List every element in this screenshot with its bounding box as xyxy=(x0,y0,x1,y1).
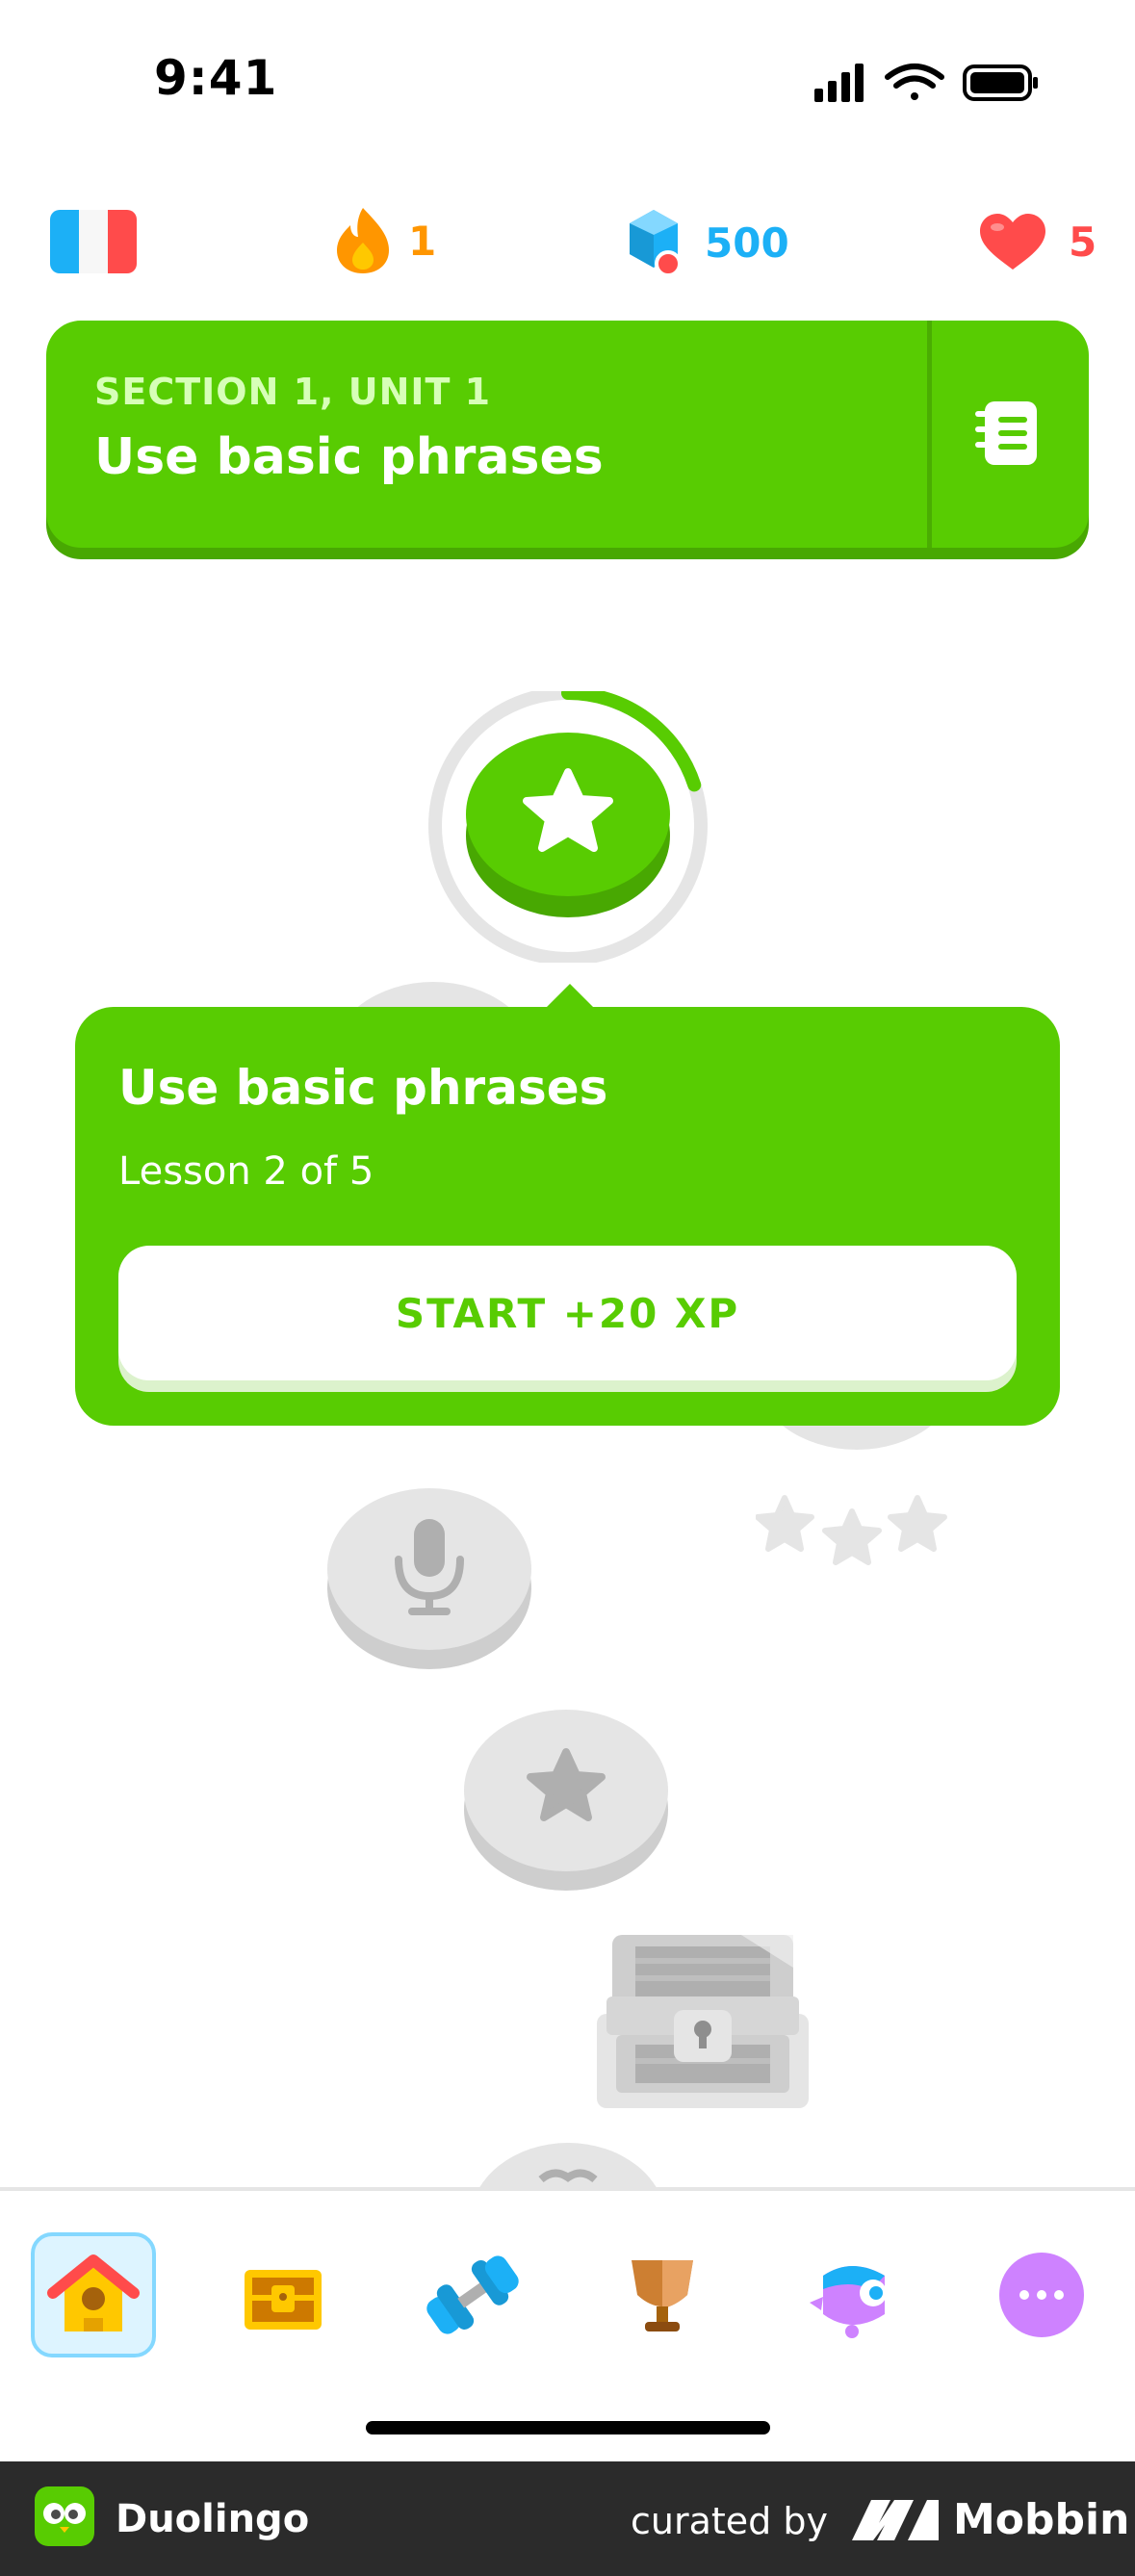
status-time: 9:41 xyxy=(154,50,278,106)
popup-arrow xyxy=(545,984,595,1009)
gem-icon xyxy=(630,210,682,277)
lesson-popup: Use basic phrases Lesson 2 of 5 START +2… xyxy=(75,1007,1060,1426)
mobbin-logo-icon xyxy=(852,2500,939,2540)
nav-characters[interactable] xyxy=(789,2232,915,2357)
trophy-icon xyxy=(632,2260,693,2331)
mobbin-footer: Duolingo curated by Mobbin xyxy=(0,2461,1135,2576)
home-indicator xyxy=(366,2421,770,2434)
start-lesson-button[interactable]: START +20 XP xyxy=(118,1246,1017,1380)
unit-header-card[interactable]: SECTION 1, UNIT 1 Use basic phrases xyxy=(46,321,1089,548)
flame-icon xyxy=(337,208,389,273)
dumbbell-icon xyxy=(426,2255,519,2334)
unit-divider xyxy=(927,321,932,548)
unit-title: Use basic phrases xyxy=(94,428,604,486)
wifi-icon xyxy=(885,64,944,100)
hearts-count: 5 xyxy=(1069,218,1097,266)
speaking-lesson-node[interactable] xyxy=(327,1482,531,1671)
treasure-chest-icon xyxy=(245,2270,322,2330)
status-icons xyxy=(814,64,1038,102)
footer-brand: Mobbin xyxy=(953,2495,1130,2544)
more-icon xyxy=(999,2253,1084,2337)
streak-count: 1 xyxy=(408,217,437,265)
footer-app-name: Duolingo xyxy=(116,2497,310,2541)
battery-icon xyxy=(963,64,1038,101)
popup-title: Use basic phrases xyxy=(118,1060,608,1116)
treasure-chest-node[interactable] xyxy=(597,1929,809,2108)
home-icon xyxy=(47,2254,140,2331)
french-flag-icon xyxy=(50,210,137,273)
duolingo-app-icon xyxy=(35,2486,94,2546)
hearts-button[interactable]: 5 xyxy=(978,210,1096,273)
locked-lesson-node[interactable] xyxy=(464,1704,668,1893)
nav-practice[interactable] xyxy=(410,2232,535,2357)
streak-button[interactable]: 1 xyxy=(335,206,436,275)
nav-home[interactable] xyxy=(31,2232,156,2357)
unit-section-label: SECTION 1, UNIT 1 xyxy=(94,371,492,413)
nav-chest[interactable] xyxy=(220,2232,346,2357)
nav-more[interactable] xyxy=(979,2232,1104,2357)
nav-leaderboard[interactable] xyxy=(600,2232,725,2357)
notebook-icon xyxy=(975,401,1037,465)
duo-bird-icon xyxy=(810,2266,887,2338)
locked-lesson-node-bottom[interactable] xyxy=(470,2141,666,2187)
footer-curated-by: curated by xyxy=(631,2500,828,2542)
gems-count: 500 xyxy=(705,219,789,267)
cellular-signal-icon xyxy=(814,64,864,102)
gems-button[interactable]: 500 xyxy=(624,206,789,279)
popup-lesson-progress: Lesson 2 of 5 xyxy=(118,1149,374,1194)
locked-rating-stars xyxy=(756,1495,947,1565)
active-lesson-node[interactable] xyxy=(424,691,712,963)
heart-icon xyxy=(980,214,1045,270)
guidebook-button[interactable] xyxy=(956,378,1062,484)
course-flag-button[interactable] xyxy=(50,210,137,273)
